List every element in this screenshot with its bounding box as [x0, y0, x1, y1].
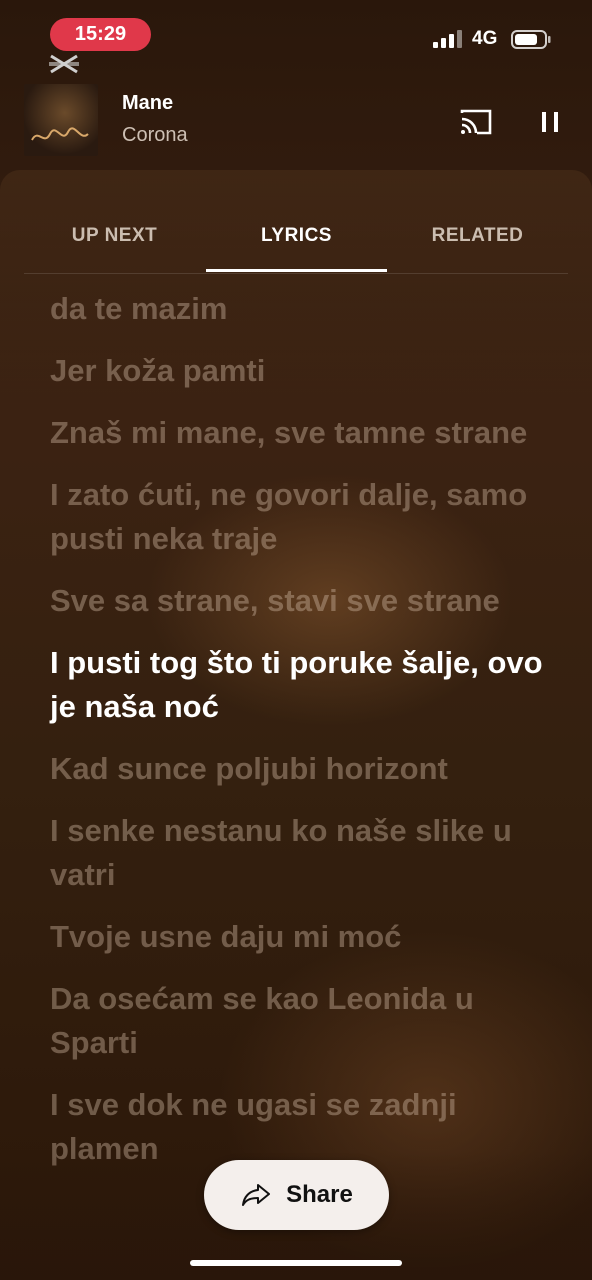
album-art-scribble — [31, 127, 89, 141]
share-button[interactable]: Share — [204, 1160, 389, 1230]
album-art[interactable] — [24, 84, 98, 156]
share-label: Share — [286, 1181, 353, 1208]
lyric-line[interactable]: Sve sa strane, stavi sve strane — [50, 579, 560, 623]
lyric-line[interactable]: Tvoje usne daju mi moć — [50, 915, 560, 959]
capcut-icon — [49, 54, 79, 74]
lyric-line[interactable]: Znaš mi mane, sve tamne strane — [50, 411, 560, 455]
lyric-line[interactable]: I senke nestanu ko naše slike u vatri — [50, 809, 560, 897]
battery-icon — [511, 30, 551, 49]
network-type: 4G — [472, 28, 498, 49]
lyric-line[interactable]: Kad sunce poljubi horizont — [50, 747, 560, 791]
mini-player[interactable]: Mane Corona — [0, 82, 592, 158]
status-time: 15:29 — [50, 18, 151, 51]
pause-icon[interactable] — [537, 108, 563, 136]
lyric-line[interactable]: da te mazim — [50, 287, 560, 331]
tab-up-next[interactable]: UP NEXT — [24, 200, 205, 272]
active-tab-indicator — [206, 269, 387, 272]
lyrics-panel[interactable]: da te mazim Jer koža pamti Znaš mi mane,… — [50, 287, 560, 1189]
lyric-line[interactable]: I zato ćuti, ne govori dalje, samo pusti… — [50, 473, 560, 561]
lyric-line[interactable]: Jer koža pamti — [50, 349, 560, 393]
lyric-line[interactable]: Da osećam se kao Leonida u Sparti — [50, 977, 560, 1065]
home-indicator[interactable] — [190, 1260, 402, 1266]
status-bar: 15:29 4G — [0, 0, 592, 74]
tab-bar: UP NEXT LYRICS RELATED — [24, 200, 568, 274]
lyric-line-current[interactable]: I pusti tog što ti poruke šalje, ovo je … — [50, 641, 560, 729]
song-title: Mane — [122, 92, 174, 114]
tab-related[interactable]: RELATED — [387, 200, 568, 272]
signal-icon — [433, 30, 462, 48]
share-arrow-icon — [242, 1184, 271, 1206]
song-artist: Corona — [122, 124, 188, 146]
tab-lyrics[interactable]: LYRICS — [206, 200, 387, 272]
cast-icon[interactable] — [459, 108, 493, 136]
